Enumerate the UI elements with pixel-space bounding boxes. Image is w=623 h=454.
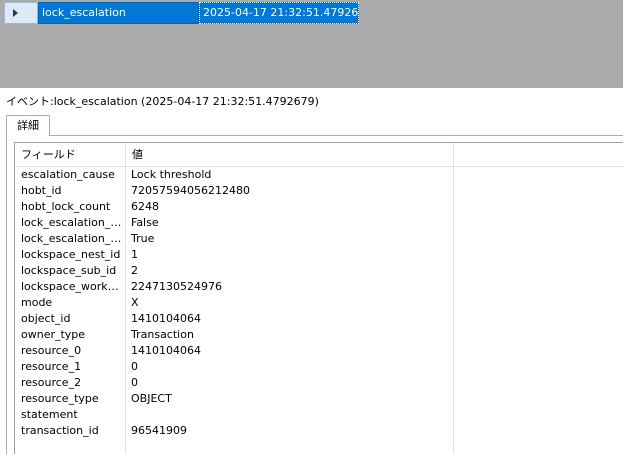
table-row[interactable]: lockspace_sub_id 2	[15, 263, 623, 279]
table-row[interactable]: lock_escalation_wit... False	[15, 215, 623, 231]
event-detail-title: イベント:lock_escalation (2025-04-17 21:32:5…	[6, 95, 319, 108]
field-name-cell: object_id	[21, 312, 71, 325]
table-row[interactable]: owner_type Transaction	[15, 327, 623, 343]
field-value-cell: 1410104064	[131, 344, 201, 357]
table-row[interactable]: resource_2 0	[15, 375, 623, 391]
table-row[interactable]: hobt_lock_count 6248	[15, 199, 623, 215]
field-value-cell: 2	[131, 264, 138, 277]
field-name-cell: lock_escalation_wit...	[21, 232, 124, 245]
table-row[interactable]: escalation_cause Lock threshold	[15, 167, 623, 183]
field-name-cell: hobt_id	[21, 184, 62, 197]
field-name-cell: resource_0	[21, 344, 82, 357]
row-indicator-icon	[13, 9, 18, 17]
field-value-cell: 96541909	[131, 424, 187, 437]
table-row[interactable]: lockspace_worksp... 2247130524976	[15, 279, 623, 295]
field-value-cell: 0	[131, 360, 138, 373]
table-row[interactable]: resource_type OBJECT	[15, 391, 623, 407]
table-row[interactable]: resource_1 0	[15, 359, 623, 375]
table-row[interactable]: mode X	[15, 295, 623, 311]
table-row[interactable]: hobt_id 72057594056212480	[15, 183, 623, 199]
property-rows: escalation_cause Lock threshold hobt_id 720…	[15, 167, 623, 439]
event-timestamp-cell[interactable]: 2025-04-17 21:32:51.4792679	[199, 2, 359, 24]
table-row[interactable]: lock_escalation_wit... True	[15, 231, 623, 247]
property-grid[interactable]: フィールド 値 escalation_cause Lock threshold ho…	[14, 142, 623, 454]
field-name-cell: lock_escalation_wit...	[21, 216, 124, 229]
event-grid[interactable]: lock_escalation 2025-04-17 21:32:51.4792…	[0, 0, 623, 88]
field-value-cell: 72057594056212480	[131, 184, 250, 197]
field-name-cell: resource_1	[21, 360, 82, 373]
field-name-cell: lockspace_sub_id	[21, 264, 117, 277]
table-row[interactable]: statement	[15, 407, 623, 423]
field-name-cell: mode	[21, 296, 53, 309]
field-name-cell: escalation_cause	[21, 168, 115, 181]
field-value-cell: Transaction	[131, 328, 194, 341]
row-header[interactable]	[4, 2, 38, 24]
field-name-cell: statement	[21, 408, 78, 421]
table-row[interactable]: lockspace_nest_id 1	[15, 247, 623, 263]
field-value-cell: 1410104064	[131, 312, 201, 325]
field-value-cell: 2247130524976	[131, 280, 222, 293]
field-name-cell: lockspace_worksp...	[21, 280, 124, 293]
field-value-cell: False	[131, 216, 159, 229]
field-value-cell: Lock threshold	[131, 168, 212, 181]
field-value-cell: 1	[131, 248, 138, 261]
field-name-cell: resource_2	[21, 376, 82, 389]
value-column-header[interactable]: 値	[132, 147, 143, 163]
event-name-cell[interactable]: lock_escalation	[38, 2, 199, 24]
tab-details[interactable]: 詳細	[6, 115, 50, 136]
field-value-cell: X	[131, 296, 139, 309]
table-row[interactable]: object_id 1410104064	[15, 311, 623, 327]
field-name-cell: owner_type	[21, 328, 86, 341]
field-name-cell: transaction_id	[21, 424, 99, 437]
field-name-cell: lockspace_nest_id	[21, 248, 121, 261]
table-row[interactable]: transaction_id 96541909	[15, 423, 623, 439]
field-name-cell: resource_type	[21, 392, 99, 405]
field-name-cell: hobt_lock_count	[21, 200, 111, 213]
field-value-cell: OBJECT	[131, 392, 172, 405]
field-column-header[interactable]: フィールド	[21, 147, 76, 163]
field-value-cell: True	[131, 232, 155, 245]
field-value-cell: 0	[131, 376, 138, 389]
field-value-cell: 6248	[131, 200, 159, 213]
table-row[interactable]: resource_0 1410104064	[15, 343, 623, 359]
